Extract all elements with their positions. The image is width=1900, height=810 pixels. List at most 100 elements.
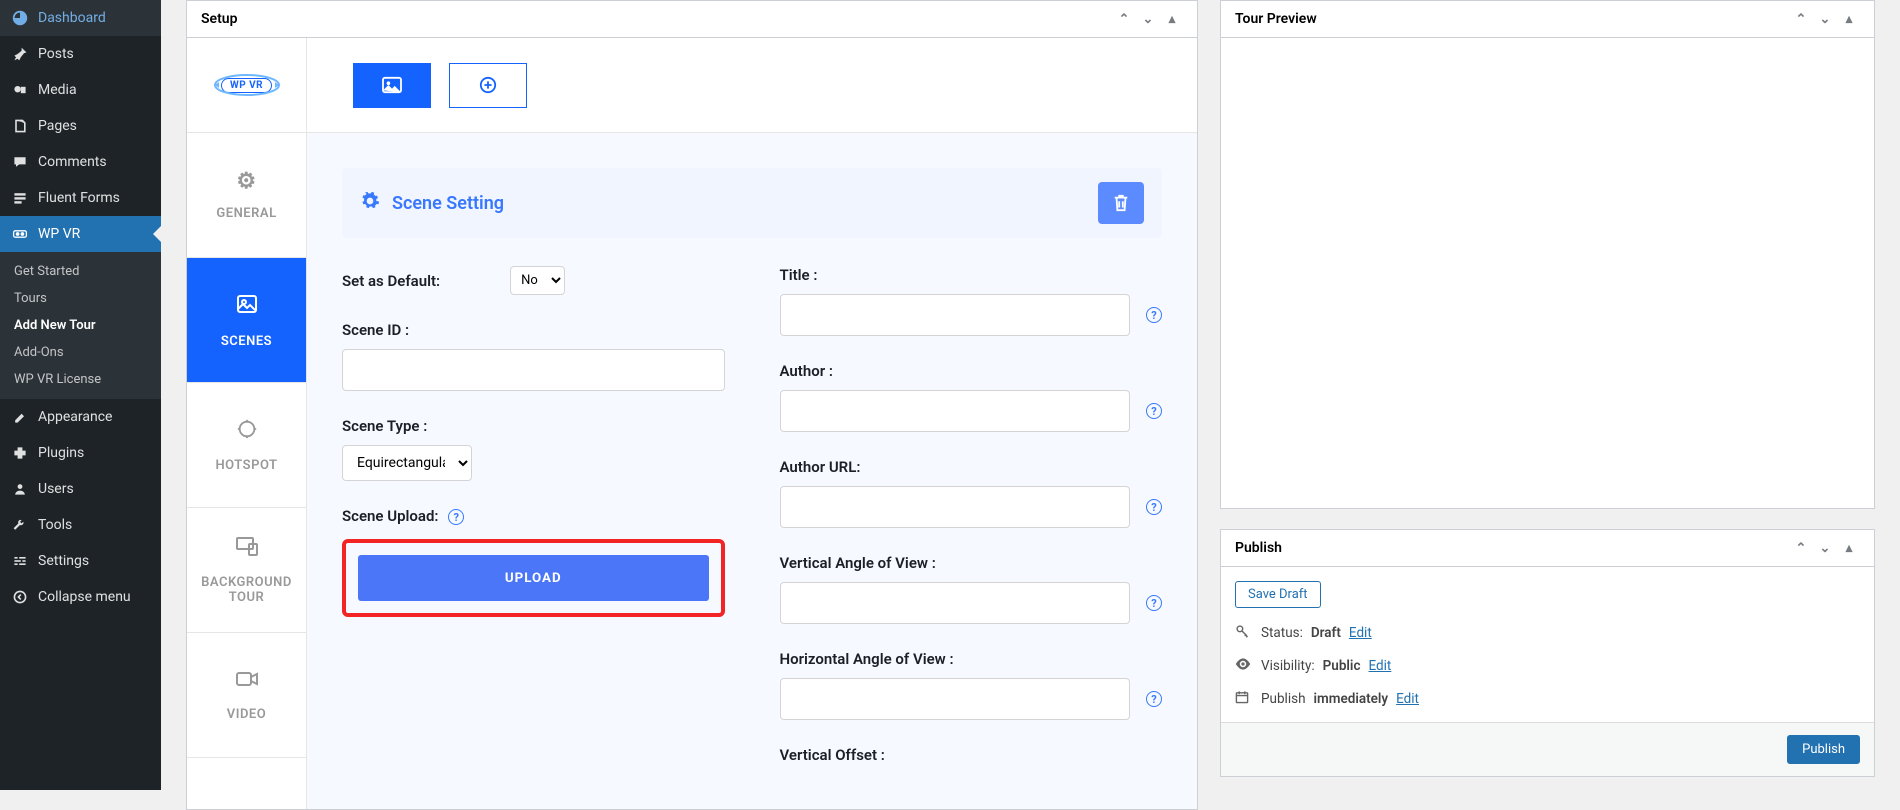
schedule-value: immediately xyxy=(1314,691,1389,707)
nav-label: Media xyxy=(38,82,77,98)
nav-media[interactable]: Media xyxy=(0,72,161,108)
nav-comments[interactable]: Comments xyxy=(0,144,161,180)
edit-schedule-link[interactable]: Edit xyxy=(1396,691,1419,707)
panel-up-icon[interactable]: ⌃ xyxy=(1790,541,1812,556)
nav-settings[interactable]: Settings xyxy=(0,543,161,579)
tab-label: GENERAL xyxy=(216,206,276,221)
submenu-add-ons[interactable]: Add-Ons xyxy=(0,339,161,366)
devices-icon xyxy=(235,535,259,563)
comment-icon xyxy=(10,152,30,172)
tab-video[interactable]: VIDEO xyxy=(187,633,306,758)
forms-icon xyxy=(10,188,30,208)
tab-hotspot[interactable]: HOTSPOT xyxy=(187,383,306,508)
collapse-icon xyxy=(10,587,30,607)
select-set-default[interactable]: No xyxy=(510,266,565,295)
plugin-icon xyxy=(10,443,30,463)
submenu-license[interactable]: WP VR License xyxy=(0,366,161,393)
schedule-row: Publish immediately Edit xyxy=(1235,690,1860,708)
tab-label: VIDEO xyxy=(227,707,266,722)
nav-users[interactable]: Users xyxy=(0,471,161,507)
nav-label: Collapse menu xyxy=(38,589,131,605)
panel-down-icon[interactable]: ⌄ xyxy=(1137,12,1159,27)
nav-collapse[interactable]: Collapse menu xyxy=(0,579,161,615)
tab-background-tour[interactable]: BACKGROUND TOUR xyxy=(187,508,306,633)
input-title[interactable] xyxy=(780,294,1131,336)
input-author[interactable] xyxy=(780,390,1131,432)
picture-icon xyxy=(381,76,403,94)
nav-fluent-forms[interactable]: Fluent Forms xyxy=(0,180,161,216)
panel-up-icon[interactable]: ⌃ xyxy=(1790,12,1812,27)
edit-status-link[interactable]: Edit xyxy=(1349,625,1372,641)
nav-posts[interactable]: Posts xyxy=(0,36,161,72)
input-author-url[interactable] xyxy=(780,486,1131,528)
nav-label: Plugins xyxy=(38,445,84,461)
panel-down-icon[interactable]: ⌄ xyxy=(1814,12,1836,27)
scene-tab-add[interactable] xyxy=(449,63,527,108)
trash-icon xyxy=(1112,193,1130,213)
info-icon[interactable]: ? xyxy=(1146,595,1162,611)
label-author-url: Author URL: xyxy=(780,458,1163,476)
wp-vr-submenu: Get Started Tours Add New Tour Add-Ons W… xyxy=(0,252,161,399)
nav-label: Users xyxy=(38,481,74,497)
setup-body: WP VR ⚙ GENERAL SCENES xyxy=(187,38,1197,809)
form-col-left: Set as Default: No Scene ID : xyxy=(342,266,725,774)
dashboard-icon xyxy=(10,8,30,28)
info-icon[interactable]: ? xyxy=(1146,691,1162,707)
nav-appearance[interactable]: Appearance xyxy=(0,399,161,435)
label-title: Title : xyxy=(780,266,1163,284)
save-draft-button[interactable]: Save Draft xyxy=(1235,581,1321,608)
nav-label: WP VR xyxy=(38,226,80,242)
delete-scene-button[interactable] xyxy=(1098,182,1144,224)
form-col-right: Title : ? Author : xyxy=(780,266,1163,774)
submenu-add-new-tour[interactable]: Add New Tour xyxy=(0,312,161,339)
input-h-angle[interactable] xyxy=(780,678,1131,720)
submenu-tours[interactable]: Tours xyxy=(0,285,161,312)
visibility-row: Visibility: Public Edit xyxy=(1235,658,1860,674)
setup-tabs: WP VR ⚙ GENERAL SCENES xyxy=(187,38,307,809)
input-scene-id[interactable] xyxy=(342,349,725,391)
upload-button[interactable]: UPLOAD xyxy=(358,555,709,601)
panel-toggle-icon[interactable]: ▴ xyxy=(1838,12,1860,27)
nav-label: Comments xyxy=(38,154,107,170)
nav-tools[interactable]: Tools xyxy=(0,507,161,543)
panel-toggle-icon[interactable]: ▴ xyxy=(1838,541,1860,556)
info-icon[interactable]: ? xyxy=(1146,307,1162,323)
tab-scenes[interactable]: SCENES xyxy=(187,258,306,383)
input-v-angle[interactable] xyxy=(780,582,1131,624)
panel-title: Publish xyxy=(1235,540,1282,556)
nav-label: Settings xyxy=(38,553,89,569)
right-column: Tour Preview ⌃ ⌄ ▴ Publish ⌃ ⌄ ▴ Save Dr… xyxy=(1220,0,1875,790)
scene-tab-active[interactable] xyxy=(353,63,431,108)
scene-setting-form: Scene Setting Set as Default: xyxy=(307,133,1197,809)
setup-panel-header: Setup ⌃ ⌄ ▴ xyxy=(187,1,1197,38)
scene-tabs-strip xyxy=(307,38,1197,133)
vr-icon xyxy=(10,224,30,244)
publish-button[interactable]: Publish xyxy=(1787,735,1860,764)
nav-label: Pages xyxy=(38,118,77,134)
status-label: Status: xyxy=(1261,625,1303,641)
panel-up-icon[interactable]: ⌃ xyxy=(1113,12,1135,27)
main-content: Setup ⌃ ⌄ ▴ xyxy=(161,0,1900,790)
panel-title: Tour Preview xyxy=(1235,11,1317,27)
tools-icon xyxy=(10,515,30,535)
nav-plugins[interactable]: Plugins xyxy=(0,435,161,471)
nav-dashboard[interactable]: Dashboard xyxy=(0,0,161,36)
info-icon[interactable]: ? xyxy=(1146,403,1162,419)
setup-column: Setup ⌃ ⌄ ▴ xyxy=(186,0,1198,790)
tab-general[interactable]: ⚙ GENERAL xyxy=(187,133,306,258)
tour-preview-body xyxy=(1221,38,1874,508)
info-icon[interactable]: ? xyxy=(1146,499,1162,515)
panel-toggle-icon[interactable]: ▴ xyxy=(1161,12,1183,27)
panel-down-icon[interactable]: ⌄ xyxy=(1814,541,1836,556)
edit-visibility-link[interactable]: Edit xyxy=(1368,658,1391,674)
schedule-label: Publish xyxy=(1261,691,1306,707)
select-scene-type[interactable]: Equirectangular xyxy=(342,445,472,481)
nav-pages[interactable]: Pages xyxy=(0,108,161,144)
nav-wp-vr[interactable]: WP VR xyxy=(0,216,161,252)
target-icon xyxy=(236,418,258,446)
wpvr-logo: WP VR xyxy=(187,38,306,133)
calendar-icon xyxy=(1235,690,1253,708)
label-scene-type: Scene Type : xyxy=(342,417,725,435)
info-icon[interactable]: ? xyxy=(448,509,464,525)
submenu-get-started[interactable]: Get Started xyxy=(0,258,161,285)
